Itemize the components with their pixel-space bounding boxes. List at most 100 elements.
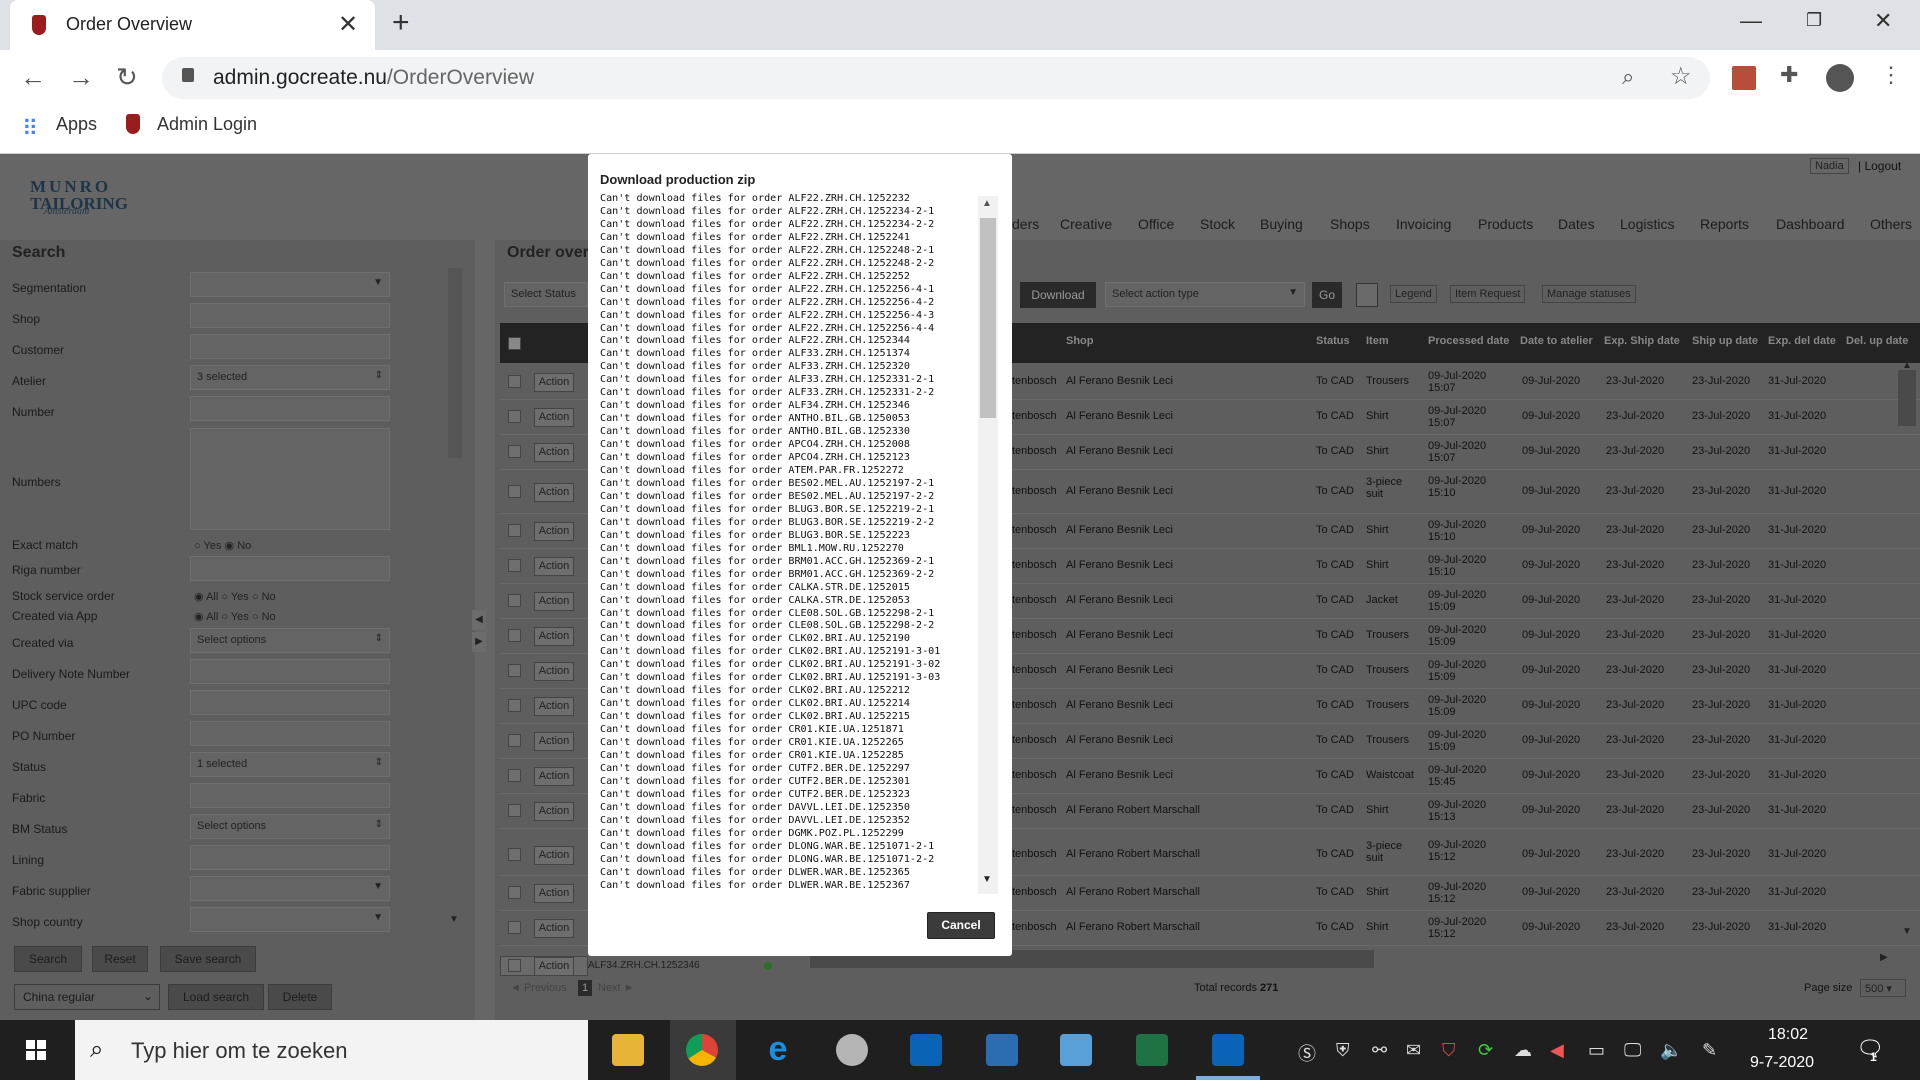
skype-icon[interactable]: Ⓢ <box>1298 1040 1316 1066</box>
col-shop[interactable]: Shop <box>1066 335 1094 347</box>
riga-number-input[interactable] <box>190 556 390 581</box>
status-select[interactable]: 1 selected ⇕ <box>190 752 390 777</box>
bookmark-admin-login[interactable]: Admin Login <box>157 114 257 135</box>
delete-button[interactable]: Delete <box>268 984 332 1010</box>
action-button[interactable]: Action <box>534 957 574 976</box>
nav-logistics[interactable]: Logistics <box>1620 216 1674 232</box>
stock-all[interactable]: All <box>206 591 218 603</box>
row-checkbox[interactable] <box>508 921 521 934</box>
col-ship-up-date[interactable]: Ship up date <box>1692 335 1758 347</box>
action-button[interactable]: Action <box>534 522 574 541</box>
action-button[interactable]: Action <box>534 408 574 427</box>
shop-country-select[interactable]: ▼ <box>190 907 390 932</box>
row-checkbox[interactable] <box>508 734 521 747</box>
nav-orders[interactable]: ders <box>1012 216 1039 232</box>
outlook-icon[interactable] <box>910 1034 942 1066</box>
action-button[interactable]: Action <box>534 884 574 903</box>
windows-start-icon[interactable] <box>26 1040 46 1060</box>
pen-icon[interactable]: ✎ <box>1702 1040 1717 1061</box>
fabric-input[interactable] <box>190 783 390 808</box>
scroll-right-icon[interactable]: ▶ <box>1880 952 1888 963</box>
sync-icon[interactable]: ⟳ <box>1478 1040 1493 1061</box>
nav-office[interactable]: Office <box>1138 216 1174 232</box>
saved-search-select[interactable]: China regular ⌄ <box>14 984 160 1010</box>
action-button[interactable]: Action <box>534 557 574 576</box>
browser-tab[interactable] <box>10 0 375 50</box>
col-exp-ship-date[interactable]: Exp. Ship date <box>1604 335 1680 347</box>
row-checkbox[interactable] <box>508 485 521 498</box>
reload-icon[interactable]: ↻ <box>116 62 138 93</box>
po-number-input[interactable] <box>190 721 390 746</box>
app-no[interactable]: No <box>262 611 276 623</box>
row-checkbox[interactable] <box>508 886 521 899</box>
go-button[interactable]: Go <box>1312 282 1342 308</box>
table-scroll-thumb[interactable] <box>1898 370 1916 426</box>
sidebar-scroll-down-icon[interactable]: ▼ <box>449 914 459 925</box>
restore-icon[interactable]: ❐ <box>1806 10 1822 31</box>
shop-input[interactable] <box>190 303 390 328</box>
taskbar-search-placeholder[interactable]: Typ hier om te zoeken <box>131 1038 347 1064</box>
internet-explorer-icon[interactable]: e <box>762 1032 794 1066</box>
user-name[interactable]: Nadia <box>1810 158 1849 174</box>
cloud-offline-icon[interactable]: ☁ <box>1514 1040 1532 1061</box>
load-search-button[interactable]: Load search <box>168 984 264 1010</box>
url-text[interactable]: admin.gocreate.nu/OrderOverview <box>213 66 534 90</box>
extensions-icon[interactable]: ✚ <box>1780 62 1798 88</box>
bookmark-star-icon[interactable]: ☆ <box>1670 62 1692 91</box>
action-button[interactable]: Action <box>534 697 574 716</box>
col-status[interactable]: Status <box>1316 335 1350 347</box>
nav-stock[interactable]: Stock <box>1200 216 1235 232</box>
pagination-page[interactable]: 1 <box>578 980 592 996</box>
excel-icon[interactable] <box>1136 1034 1168 1066</box>
row-checkbox[interactable] <box>508 410 521 423</box>
forward-icon[interactable]: → <box>68 62 94 93</box>
app-yes[interactable]: Yes <box>231 611 249 623</box>
dialog-scroll-thumb[interactable] <box>980 218 996 418</box>
created-via-select[interactable]: Select options ⇕ <box>190 628 390 653</box>
security-shield-icon[interactable]: ⛨ <box>1336 1040 1350 1061</box>
row-checkbox[interactable] <box>508 445 521 458</box>
action-button[interactable]: Action <box>534 373 574 392</box>
col-date-to-atelier[interactable]: Date to atelier <box>1520 335 1593 347</box>
action-button[interactable]: Action <box>534 443 574 462</box>
export-icon[interactable] <box>1356 283 1378 307</box>
row-checkbox[interactable] <box>508 664 521 677</box>
action-button[interactable]: Action <box>534 919 574 938</box>
action-button[interactable]: Action <box>534 802 574 821</box>
lining-input[interactable] <box>190 845 390 870</box>
window-close-icon[interactable]: ✕ <box>1874 8 1892 34</box>
col-item[interactable]: Item <box>1366 335 1389 347</box>
app-blue-icon[interactable] <box>986 1034 1018 1066</box>
pagination-next[interactable]: Next ► <box>598 982 635 994</box>
app-files-icon[interactable] <box>1060 1034 1092 1066</box>
menu-kebab-icon[interactable]: ⋮ <box>1880 62 1902 88</box>
row-checkbox[interactable] <box>508 804 521 817</box>
page-size-select[interactable]: 500 ▾ <box>1860 979 1906 997</box>
number-input[interactable] <box>190 396 390 421</box>
col-exp-del-date[interactable]: Exp. del date <box>1768 335 1836 347</box>
minimize-icon[interactable]: — <box>1740 8 1762 34</box>
action-button[interactable]: Action <box>534 846 574 865</box>
nav-products[interactable]: Products <box>1478 216 1533 232</box>
nav-reports[interactable]: Reports <box>1700 216 1749 232</box>
item-request-button[interactable]: Item Request <box>1450 285 1526 303</box>
upc-code-input[interactable] <box>190 690 390 715</box>
back-icon[interactable]: ← <box>20 62 46 93</box>
action-button[interactable]: Action <box>534 767 574 786</box>
pagination-previous[interactable]: ◄ Previous <box>510 982 567 994</box>
stock-yes[interactable]: Yes <box>231 591 249 603</box>
nav-invoicing[interactable]: Invoicing <box>1396 216 1451 232</box>
bm-status-select[interactable]: Select options ⇕ <box>190 814 390 839</box>
action-button[interactable]: Action <box>534 592 574 611</box>
row-checkbox[interactable] <box>508 848 521 861</box>
row-checkbox[interactable] <box>508 559 521 572</box>
segmentation-select[interactable]: ▼ <box>190 272 390 297</box>
row-checkbox[interactable] <box>508 594 521 607</box>
download-button[interactable]: Download <box>1020 282 1096 308</box>
exact-no[interactable]: No <box>237 540 251 552</box>
action-button[interactable]: Action <box>534 732 574 751</box>
new-tab-button[interactable]: + <box>392 6 410 40</box>
action-button[interactable]: Action <box>534 627 574 646</box>
bookmark-apps[interactable]: Apps <box>56 114 97 135</box>
col-processed-date[interactable]: Processed date <box>1428 335 1509 347</box>
